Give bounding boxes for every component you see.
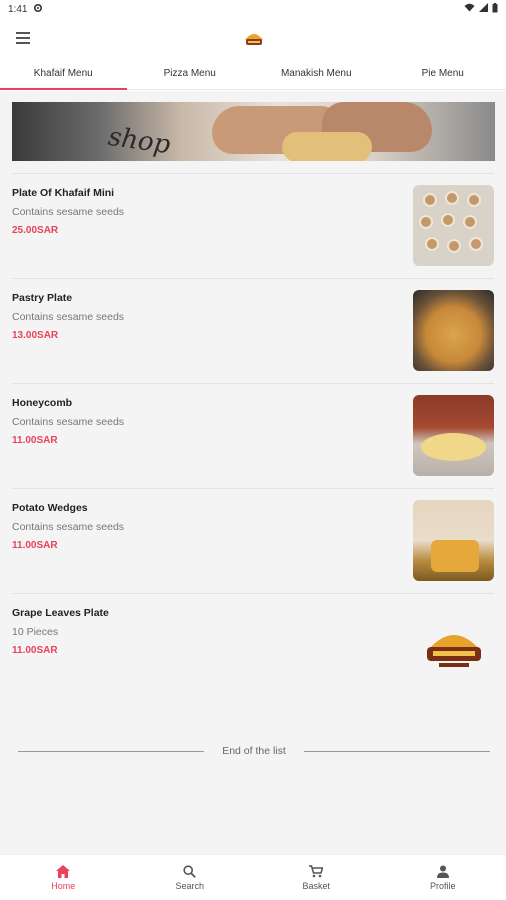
tab-khafaif-menu[interactable]: Khafaif Menu [0, 60, 127, 90]
menu-item[interactable]: Honeycomb Contains sesame seeds 11.00SAR [12, 383, 494, 488]
shop-banner-image: shop [12, 102, 495, 161]
menu-item[interactable]: Grape Leaves Plate 10 Pieces 11.00SAR [12, 593, 494, 698]
end-of-list-divider: End of the list [18, 743, 490, 759]
item-name: Honeycomb [12, 397, 73, 409]
menu-list: Plate Of Khafaif Mini Contains sesame se… [0, 173, 506, 698]
signal-icon [479, 3, 488, 15]
tab-manakish-menu[interactable]: Manakish Menu [253, 60, 380, 89]
nav-profile-label: Profile [429, 881, 456, 891]
menu-item[interactable]: Potato Wedges Contains sesame seeds 11.0… [12, 488, 494, 593]
menu-item[interactable]: Pastry Plate Contains sesame seeds 13.00… [12, 278, 494, 383]
end-of-list-text: End of the list [222, 745, 286, 757]
nav-basket[interactable]: Basket [253, 855, 380, 900]
banner-text: shop [106, 121, 173, 161]
nav-search-label: Search [175, 881, 205, 891]
tab-pizza-menu[interactable]: Pizza Menu [127, 60, 254, 89]
nav-home-label: Home [51, 881, 76, 891]
item-name: Grape Leaves Plate [12, 607, 109, 619]
app-bar [0, 20, 506, 56]
category-tabs: Khafaif Menu Pizza Menu Manakish Menu Pi… [0, 60, 506, 90]
item-name: Plate Of Khafaif Mini [12, 187, 115, 199]
battery-icon [492, 2, 498, 16]
khafaif-plate-image [413, 185, 494, 266]
wifi-icon [464, 3, 475, 15]
nav-profile[interactable]: Profile [380, 855, 506, 900]
bottom-navigation: Home Search Basket Profile [0, 854, 506, 900]
item-name: Pastry Plate [12, 292, 73, 304]
item-description: Contains sesame seeds [12, 521, 125, 533]
restaurant-logo [242, 26, 266, 50]
menu-item[interactable]: Plate Of Khafaif Mini Contains sesame se… [12, 173, 494, 278]
item-description: Contains sesame seeds [12, 416, 125, 428]
tab-pie-menu[interactable]: Pie Menu [380, 60, 506, 89]
nav-basket-label: Basket [302, 881, 330, 891]
status-time: 1:41 [8, 3, 28, 15]
cart-icon [309, 864, 324, 878]
home-icon [56, 864, 71, 878]
person-icon [436, 864, 449, 878]
nav-search[interactable]: Search [127, 855, 254, 900]
nav-home[interactable]: Home [0, 855, 127, 900]
pastry-plate-image [413, 290, 494, 371]
item-description: Contains sesame seeds [12, 206, 125, 218]
potato-wedges-image [413, 500, 494, 581]
item-description: 10 Pieces [12, 626, 59, 638]
status-bar: 1:41 [0, 0, 506, 18]
item-price: 11.00SAR [12, 540, 58, 551]
item-price: 13.00SAR [12, 330, 59, 341]
honeycomb-image [413, 395, 494, 476]
menu-content[interactable]: shop Plate Of Khafaif Mini Contains sesa… [0, 91, 506, 854]
item-price: 25.00SAR [12, 225, 59, 236]
restaurant-logo-image [413, 605, 494, 686]
search-icon [183, 864, 197, 878]
settings-icon [33, 3, 43, 16]
item-price: 11.00SAR [12, 435, 58, 446]
item-description: Contains sesame seeds [12, 311, 125, 323]
hamburger-menu-icon[interactable] [12, 28, 34, 48]
item-price: 11.00SAR [12, 645, 58, 656]
item-name: Potato Wedges [12, 502, 88, 514]
